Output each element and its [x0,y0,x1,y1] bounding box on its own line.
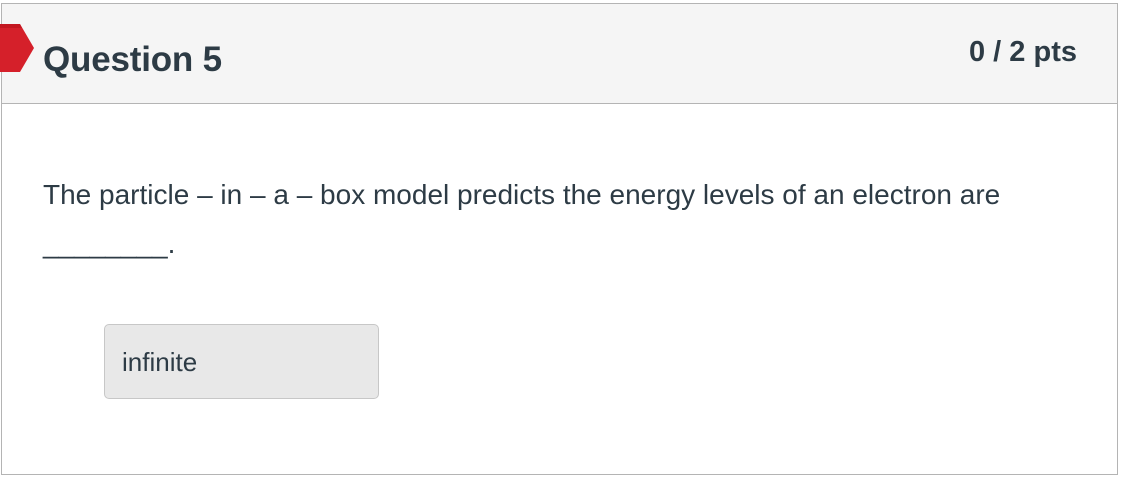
answer-label: infinite [122,347,198,377]
question-card: Question 5 0 / 2 pts The particle – in –… [0,3,1118,475]
question-title: Question 5 [43,40,222,79]
answer-option[interactable]: infinite [104,324,379,399]
question-points: 0 / 2 pts [969,36,1077,68]
question-text: The particle – in – a – box model predic… [43,179,1001,259]
question-header: Question 5 0 / 2 pts [0,4,1117,104]
incorrect-marker-icon [0,24,34,72]
